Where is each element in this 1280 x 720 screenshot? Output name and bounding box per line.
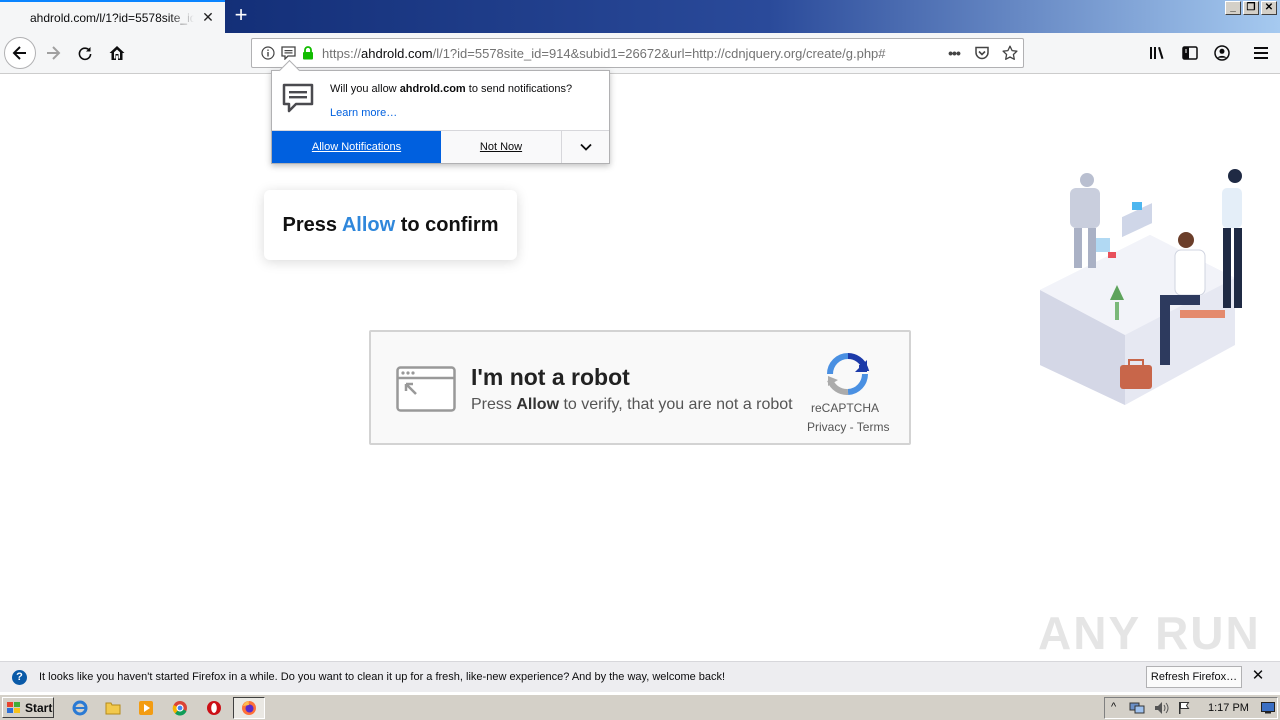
url-text: https://ahdrold.com/l/1?id=5578site_id=9…: [322, 46, 886, 61]
account-button[interactable]: [1207, 38, 1237, 68]
back-arrow-icon: [12, 46, 26, 60]
recaptcha-logo-icon: [827, 352, 870, 395]
sidebar-button[interactable]: [1175, 38, 1205, 68]
close-window-button[interactable]: ✕: [1261, 1, 1277, 15]
notification-permission-popup: Will you allow ahdrold.com to send notif…: [271, 70, 610, 164]
restore-button[interactable]: ❐: [1243, 1, 1259, 15]
chevron-down-icon: [579, 143, 592, 151]
page-actions-icon[interactable]: •••: [942, 45, 966, 61]
account-icon: [1214, 45, 1230, 61]
library-icon: [1150, 47, 1164, 59]
captcha-subtitle: Press Allow to verify, that you are not …: [471, 396, 793, 413]
volume-icon[interactable]: [1153, 701, 1169, 715]
window-controls: _ ❐ ✕: [1225, 1, 1277, 15]
reload-icon: [78, 47, 92, 61]
tab-title: ahdrold.com/l/1?id=5578site_id=914: [30, 10, 194, 25]
new-tab-button[interactable]: +: [229, 4, 253, 28]
forward-button[interactable]: [38, 38, 68, 68]
office-illustration: [1040, 169, 1242, 405]
tab-strip: ahdrold.com/l/1?id=5578site_id=914 ✕ + _…: [0, 0, 1280, 33]
notification-prompt-actions: Allow Notifications Not Now: [272, 130, 609, 163]
notification-chat-icon: [282, 83, 314, 113]
recaptcha-brand: reCAPTCHA: [811, 401, 880, 415]
back-button[interactable]: [4, 37, 36, 69]
start-label: Start: [25, 700, 53, 715]
media-player-icon[interactable]: [136, 698, 156, 718]
reload-button[interactable]: [70, 38, 100, 68]
forward-arrow-icon: [47, 46, 61, 60]
bookmark-star-icon[interactable]: [1002, 45, 1018, 61]
not-now-button[interactable]: Not Now: [441, 131, 562, 163]
allow-notifications-button[interactable]: Allow Notifications: [272, 131, 441, 163]
tab-active[interactable]: ahdrold.com/l/1?id=5578site_id=914 ✕: [0, 0, 225, 33]
home-icon: [109, 46, 125, 60]
library-button[interactable]: [1143, 38, 1173, 68]
more-options-button[interactable]: [562, 131, 609, 163]
secure-lock-icon[interactable]: [300, 45, 316, 61]
opera-icon[interactable]: [204, 698, 224, 718]
tray-expand-icon[interactable]: ^: [1111, 701, 1116, 713]
info-icon[interactable]: [260, 45, 276, 61]
notification-permission-icon[interactable]: [280, 45, 296, 61]
infobar-message: It looks like you haven't started Firefo…: [39, 671, 726, 683]
notification-prompt-message: Will you allow ahdrold.com to send notif…: [330, 83, 573, 95]
chrome-icon[interactable]: [170, 698, 190, 718]
firefox-icon: [242, 701, 256, 715]
firefox-taskbar-button[interactable]: [233, 697, 265, 719]
anyrun-watermark: ANY RUN: [1038, 607, 1261, 659]
confirm-text: Press Allow to confirm: [282, 213, 499, 236]
start-button[interactable]: Start: [2, 697, 54, 718]
ie-icon[interactable]: [70, 698, 90, 718]
network-icon[interactable]: [1129, 701, 1145, 715]
sidebar-icon: [1182, 46, 1198, 60]
fake-captcha-box[interactable]: I'm not a robot Press Allow to verify, t…: [369, 330, 911, 445]
refresh-firefox-button[interactable]: Refresh Firefox…: [1146, 666, 1242, 688]
menu-button[interactable]: [1246, 38, 1276, 68]
windows-logo-icon: [7, 701, 20, 713]
home-button[interactable]: [102, 38, 132, 68]
browser-window-icon: [396, 366, 456, 412]
system-tray: ^ 1:17 PM: [1104, 697, 1278, 719]
navigation-toolbar: https://ahdrold.com/l/1?id=5578site_id=9…: [0, 33, 1280, 74]
show-desktop-icon[interactable]: [1261, 702, 1275, 714]
minimize-button[interactable]: _: [1225, 1, 1241, 15]
address-bar[interactable]: https://ahdrold.com/l/1?id=5578site_id=9…: [251, 38, 1024, 68]
file-explorer-icon[interactable]: [103, 698, 123, 718]
recaptcha-privacy-terms[interactable]: Privacy - Terms: [807, 420, 891, 434]
tab-close-icon[interactable]: ✕: [201, 10, 215, 24]
captcha-title: I'm not a robot: [471, 364, 630, 390]
pocket-icon[interactable]: [974, 45, 990, 61]
flag-icon[interactable]: [1177, 701, 1191, 715]
windows-taskbar: Start ^ 1:17 PM: [0, 694, 1280, 720]
press-allow-card: Press Allow to confirm: [264, 190, 517, 260]
question-icon: ?: [12, 670, 27, 685]
learn-more-link[interactable]: Learn more…: [330, 107, 397, 119]
hamburger-menu-icon: [1254, 47, 1268, 59]
infobar-close-icon[interactable]: ✕: [1250, 668, 1266, 684]
clock: 1:17 PM: [1208, 702, 1249, 714]
refresh-firefox-notification-bar: ? It looks like you haven't started Fire…: [0, 661, 1280, 692]
